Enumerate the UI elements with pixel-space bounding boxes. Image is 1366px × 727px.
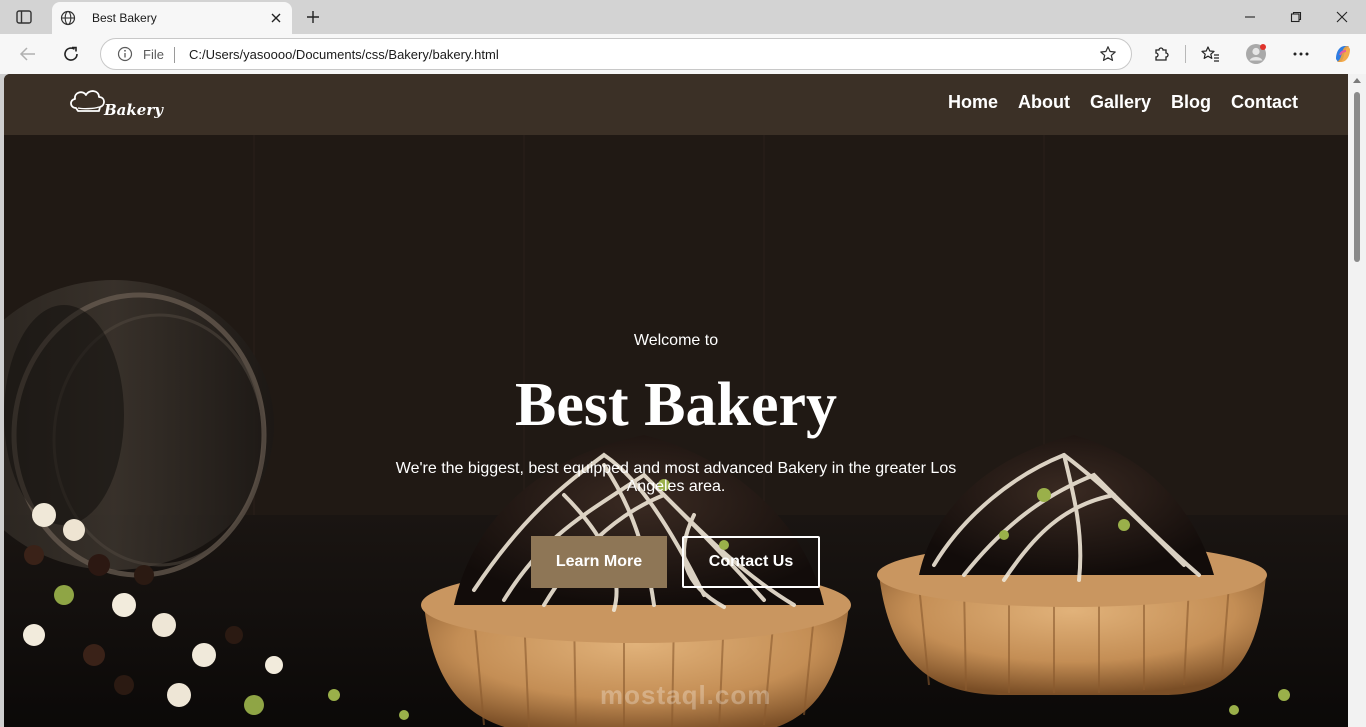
learn-more-button[interactable]: Learn More	[531, 536, 667, 588]
extensions-icon[interactable]	[1150, 43, 1172, 65]
hero-title: Best Bakery	[514, 371, 838, 439]
new-tab-icon[interactable]	[302, 6, 324, 28]
globe-icon	[60, 10, 76, 26]
hero-section: Welcome to Best Bakery We're the biggest…	[4, 135, 1348, 727]
address-divider	[174, 47, 175, 63]
tab-title: Best Bakery	[92, 11, 157, 25]
sidebar-toggle-icon[interactable]	[12, 6, 36, 28]
page-scrollbar[interactable]	[1348, 74, 1366, 727]
profile-avatar-icon[interactable]	[1245, 43, 1267, 65]
browser-toolbar: File C:/Users/yasoooo/Documents/css/Bake…	[0, 34, 1366, 74]
bakery-logo[interactable]: Bakery	[68, 86, 168, 122]
info-icon[interactable]	[117, 46, 133, 62]
contact-us-button[interactable]: Contact Us	[682, 536, 820, 588]
nav-contact[interactable]: Contact	[1231, 92, 1298, 113]
chef-hat-icon	[70, 90, 105, 112]
refresh-icon[interactable]	[60, 43, 82, 65]
close-tab-icon[interactable]	[268, 10, 284, 26]
favorite-star-icon[interactable]	[1099, 45, 1117, 63]
site-header: Bakery Home About Gallery Blog Contact	[4, 74, 1348, 135]
watermark-text: mostaql.com	[600, 680, 772, 710]
hero-welcome-text: Welcome to	[633, 332, 719, 349]
file-scheme-label: File	[143, 47, 164, 62]
minimize-icon[interactable]	[1239, 6, 1261, 28]
nav-gallery[interactable]: Gallery	[1090, 92, 1151, 113]
main-nav: Home About Gallery Blog Contact	[948, 92, 1298, 113]
scrollbar-thumb[interactable]	[1354, 92, 1360, 262]
favorites-icon[interactable]	[1199, 43, 1221, 65]
logo-text: Bakery	[104, 101, 163, 119]
nav-blog[interactable]: Blog	[1171, 92, 1211, 113]
more-options-icon[interactable]	[1290, 43, 1312, 65]
browser-tab-bar: Best Bakery	[0, 0, 1366, 34]
page-viewport: Bakery Home About Gallery Blog Contact W…	[4, 74, 1348, 727]
hero-description: We're the biggest, best equipped and mos…	[395, 460, 957, 495]
toolbar-divider	[1185, 45, 1186, 63]
nav-about[interactable]: About	[1018, 92, 1070, 113]
close-window-icon[interactable]	[1331, 6, 1353, 28]
scroll-up-arrow-icon[interactable]	[1353, 78, 1361, 83]
address-bar[interactable]: File C:/Users/yasoooo/Documents/css/Bake…	[100, 38, 1132, 70]
back-arrow-icon[interactable]	[17, 43, 39, 65]
url-text[interactable]: C:/Users/yasoooo/Documents/css/Bakery/ba…	[189, 47, 499, 62]
copilot-icon[interactable]	[1332, 43, 1354, 65]
nav-home[interactable]: Home	[948, 92, 998, 113]
browser-tab[interactable]: Best Bakery	[52, 2, 292, 34]
restore-icon[interactable]	[1285, 6, 1307, 28]
